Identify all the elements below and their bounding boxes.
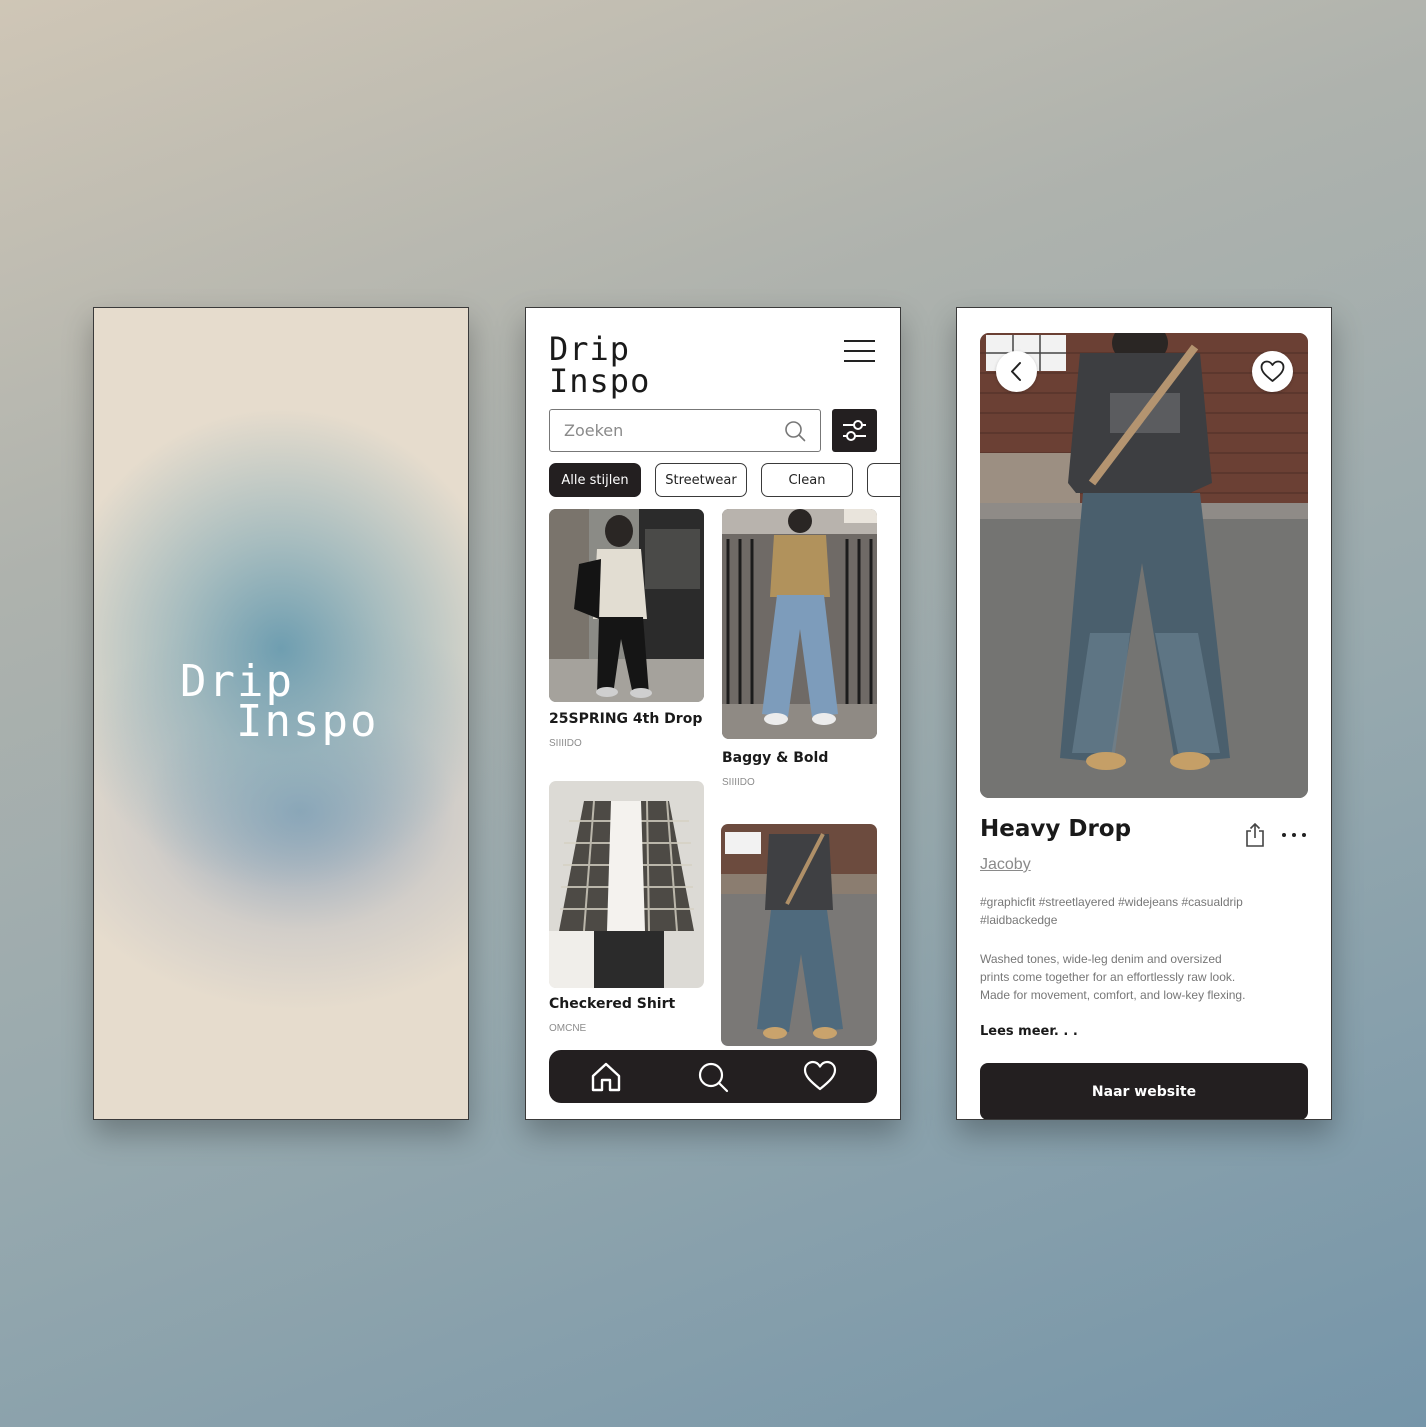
heart-icon bbox=[1260, 360, 1285, 382]
website-button[interactable]: Naar website bbox=[980, 1063, 1308, 1119]
logo-line-2: Inspo bbox=[549, 362, 651, 400]
filter-button[interactable] bbox=[832, 409, 877, 452]
search-icon[interactable] bbox=[696, 1060, 730, 1094]
search-icon[interactable] bbox=[784, 420, 806, 442]
logo-line-1: Drip bbox=[549, 330, 631, 368]
more-options-icon[interactable] bbox=[1281, 830, 1307, 840]
app-logo: Drip Inspo bbox=[549, 333, 650, 397]
outfit-image-2[interactable] bbox=[722, 509, 877, 739]
chip-alle-stijlen[interactable]: Alle stijlen bbox=[549, 463, 641, 497]
splash-screen: Drip Inspo bbox=[93, 307, 469, 1120]
card-title[interactable]: Checkered Shirt bbox=[549, 996, 675, 1012]
sliders-icon bbox=[843, 420, 866, 441]
outfit-image-1[interactable] bbox=[549, 509, 704, 702]
chip-clean[interactable]: Clean bbox=[761, 463, 853, 497]
outfit-image-3[interactable] bbox=[549, 781, 704, 988]
outfit-image-4[interactable] bbox=[721, 824, 877, 1046]
favorite-button[interactable] bbox=[1252, 351, 1293, 392]
home-icon[interactable] bbox=[589, 1060, 623, 1094]
home-screen: Drip Inspo Alle stijlen Streetwear Clean bbox=[525, 307, 901, 1120]
card-title[interactable]: 25SPRING 4th Drop bbox=[549, 711, 702, 727]
read-more-link[interactable]: Lees meer. . . bbox=[980, 1024, 1078, 1039]
detail-screen: Heavy Drop Jacoby #graphicfit #streetlay… bbox=[956, 307, 1332, 1120]
chip-more[interactable] bbox=[867, 463, 900, 497]
search-input[interactable] bbox=[564, 410, 774, 451]
card-brand: SIIIIDO bbox=[722, 777, 755, 788]
chip-streetwear[interactable]: Streetwear bbox=[655, 463, 747, 497]
hamburger-menu-icon[interactable] bbox=[844, 338, 876, 364]
share-icon[interactable] bbox=[1243, 822, 1267, 848]
back-button[interactable] bbox=[996, 351, 1037, 392]
chevron-left-icon bbox=[1011, 362, 1021, 381]
card-brand: OMCNE bbox=[549, 1023, 587, 1034]
splash-logo: Drip Inspo bbox=[180, 660, 378, 744]
hashtags: #graphicfit #streetlayered #widejeans #c… bbox=[980, 895, 1243, 927]
search-bar bbox=[549, 409, 821, 452]
heart-icon[interactable] bbox=[803, 1060, 837, 1094]
bottom-navigation bbox=[549, 1050, 877, 1103]
outfit-title: Heavy Drop bbox=[980, 816, 1132, 842]
author-link[interactable]: Jacoby bbox=[980, 856, 1031, 874]
outfit-hero-image bbox=[980, 333, 1308, 798]
outfit-description: Washed tones, wide-leg denim and oversiz… bbox=[980, 952, 1246, 1002]
card-title[interactable]: Baggy & Bold bbox=[722, 750, 828, 766]
card-brand: SIIIIDO bbox=[549, 738, 582, 749]
logo-line-2: Inspo bbox=[236, 696, 379, 747]
